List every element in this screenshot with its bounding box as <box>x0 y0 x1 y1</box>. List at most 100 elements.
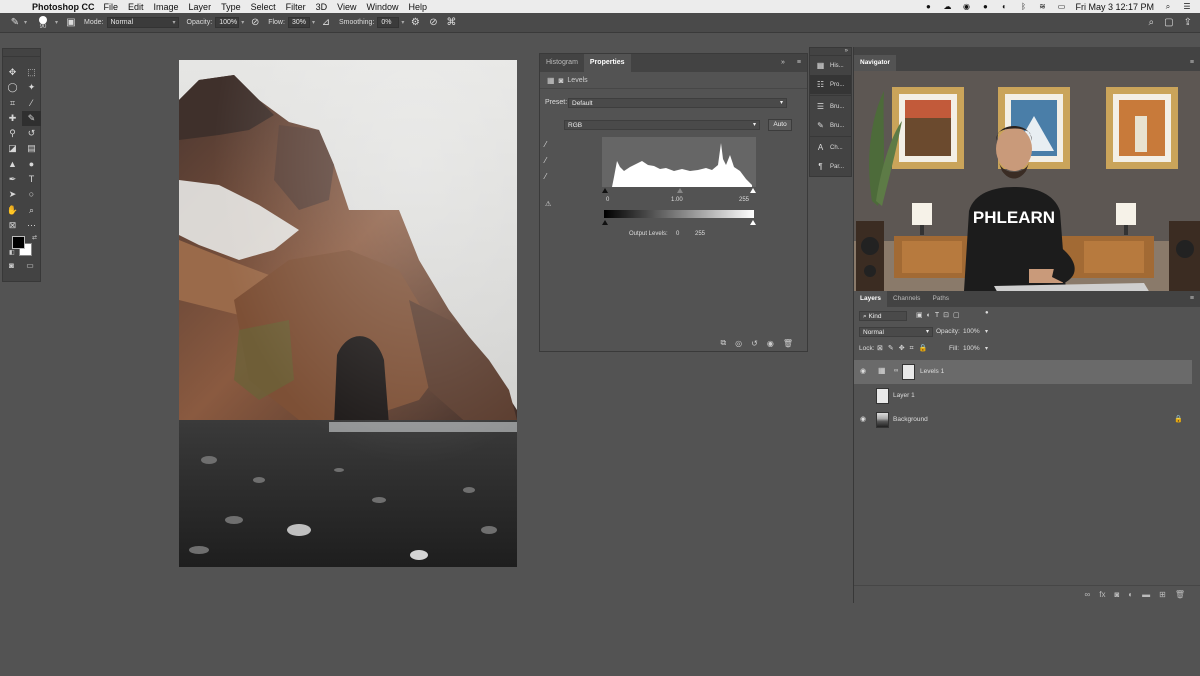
symmetry-icon[interactable]: ⌘ <box>444 17 458 28</box>
filter-type-icons[interactable]: ▣◐T⊡▢ <box>916 311 964 319</box>
tab-properties[interactable]: Properties <box>583 54 631 72</box>
quick-mask-icon[interactable]: ◙ <box>9 261 14 270</box>
path-selection-tool-icon[interactable]: ➤ <box>3 187 22 202</box>
menu-edit[interactable]: Edit <box>128 2 144 12</box>
layer-thumbnail[interactable] <box>876 388 889 404</box>
share-icon[interactable]: ⇪ <box>1184 17 1192 28</box>
flow-input[interactable]: 30% <box>287 17 310 28</box>
layer-opacity-dropdown[interactable]: ▾ <box>985 328 988 335</box>
smoothing-settings-gear-icon[interactable]: ⚙ <box>408 17 422 28</box>
layer-mask-thumbnail[interactable] <box>902 364 915 380</box>
layer-visibility-eye-icon[interactable]: ◉ <box>860 415 866 423</box>
tab-channels[interactable]: Channels <box>887 291 926 307</box>
blur-tool-icon[interactable]: ▲ <box>3 157 22 172</box>
bluetooth-icon[interactable]: ᛒ <box>1018 2 1028 11</box>
input-white-slider[interactable] <box>750 188 756 193</box>
dodge-tool-icon[interactable]: ● <box>22 157 41 172</box>
smoothing-input[interactable]: 0% <box>377 17 400 28</box>
channel-select[interactable]: RGB ▾ <box>564 120 760 130</box>
calculate-histogram-icon[interactable]: ⚠ <box>545 200 551 208</box>
list-icon[interactable]: ☰ <box>1182 2 1192 11</box>
opacity-input[interactable]: 100% <box>215 17 240 28</box>
pen-tool-icon[interactable]: ✒ <box>3 172 22 187</box>
layer-name[interactable]: Levels 1 <box>920 368 944 375</box>
wifi-icon[interactable]: ≋ <box>1037 2 1047 11</box>
pressure-opacity-icon[interactable]: ⊘ <box>248 17 262 28</box>
tool-preset-dropdown[interactable]: ▾ <box>24 19 27 26</box>
link-layers-icon[interactable]: ∞ <box>1085 590 1091 599</box>
filter-toggle-icon[interactable]: ● <box>985 310 989 316</box>
creative-cloud-icon[interactable]: ◉ <box>961 2 971 11</box>
menu-layer[interactable]: Layer <box>189 2 212 12</box>
clip-to-layer-icon[interactable]: ⧉ <box>720 338 726 348</box>
marquee-tool-icon[interactable]: ⬚ <box>22 65 41 80</box>
layer-opacity-value[interactable]: 100% <box>963 328 980 335</box>
strip-item-brushes[interactable]: ✎ Bru... <box>810 116 851 135</box>
strip-grip[interactable]: » <box>810 48 851 56</box>
layer-kind-filter[interactable]: ⌕ Kind <box>859 311 907 321</box>
black-point-eyedropper-icon[interactable]: ⁄ <box>545 140 546 149</box>
screen-mode-icon[interactable]: ▭ <box>26 261 34 270</box>
volume-icon[interactable]: ◐ <box>999 2 1009 11</box>
dock-grip[interactable] <box>854 47 1200 55</box>
menu-clock[interactable]: Fri May 3 12:17 PM <box>1075 2 1154 12</box>
menu-image[interactable]: Image <box>154 2 179 12</box>
foreground-color-swatch[interactable] <box>12 236 25 250</box>
preset-select[interactable]: Default ▾ <box>568 98 787 108</box>
smoothing-dropdown[interactable]: ▾ <box>401 19 404 26</box>
input-white-value[interactable]: 255 <box>739 197 749 203</box>
input-black-value[interactable]: 0 <box>606 197 609 203</box>
output-levels-sliders[interactable] <box>602 218 756 226</box>
layers-menu-icon[interactable]: ≡ <box>1190 291 1200 307</box>
gray-point-eyedropper-icon[interactable]: ⁄ <box>545 156 546 165</box>
flow-dropdown[interactable]: ▾ <box>312 19 315 26</box>
panel-collapse-icon[interactable]: » <box>775 54 791 72</box>
new-group-folder-icon[interactable]: ▬ <box>1142 590 1150 599</box>
record-icon[interactable]: ● <box>980 2 990 11</box>
brush-tool-icon[interactable]: ✎ <box>8 17 22 28</box>
move-tool-icon[interactable]: ✥ <box>3 65 22 80</box>
airbrush-icon[interactable]: ⊿ <box>319 17 333 28</box>
opacity-dropdown[interactable]: ▾ <box>241 19 244 26</box>
menu-file[interactable]: File <box>104 2 119 12</box>
menu-select[interactable]: Select <box>251 2 276 12</box>
menu-help[interactable]: Help <box>408 2 427 12</box>
reset-icon[interactable]: ↺ <box>751 339 758 348</box>
tools-panel-grip[interactable] <box>3 49 40 57</box>
navigator-menu-icon[interactable]: ≡ <box>1190 55 1200 71</box>
search-icon[interactable]: ⌕ <box>1163 2 1173 11</box>
type-tool-icon[interactable]: T <box>22 172 41 187</box>
strip-item-properties[interactable]: ☷ Pro... <box>810 75 851 94</box>
app-name-menu[interactable]: Photoshop CC <box>32 2 95 12</box>
layer-name[interactable]: Background <box>893 416 928 423</box>
strip-item-histogram[interactable]: ▦ His... <box>810 56 851 75</box>
input-gamma-slider[interactable] <box>677 188 683 193</box>
brush-preset-dropdown[interactable]: ▾ <box>55 19 58 26</box>
lasso-tool-icon[interactable]: ◯ <box>3 80 22 95</box>
mode-select[interactable]: Normal ▾ <box>106 17 179 28</box>
menu-filter[interactable]: Filter <box>286 2 306 12</box>
gradient-tool-icon[interactable]: ▤ <box>22 141 41 156</box>
fill-value[interactable]: 100% <box>963 345 980 352</box>
healing-brush-tool-icon[interactable]: ✚ <box>3 111 22 126</box>
crop-tool-icon[interactable]: ⌗ <box>3 96 22 111</box>
delete-layer-trash-icon[interactable]: 🗑 <box>1175 590 1185 599</box>
output-white-value[interactable]: 255 <box>695 231 705 237</box>
menu-type[interactable]: Type <box>221 2 241 12</box>
blend-mode-select[interactable]: Normal ▾ <box>859 327 933 337</box>
add-mask-icon[interactable]: ◙ <box>1114 590 1119 599</box>
layer-row-levels[interactable]: ◉ ▦ ∞ Levels 1 <box>854 360 1192 384</box>
layer-row-layer-1[interactable]: Layer 1 <box>854 384 1192 408</box>
fill-dropdown[interactable]: ▾ <box>985 345 988 352</box>
more-tools-icon[interactable]: ⋯ <box>22 218 41 233</box>
cloud-icon[interactable]: ☁ <box>942 2 952 11</box>
brush-panel-toggle-icon[interactable]: ▣ <box>64 17 78 28</box>
menu-3d[interactable]: 3D <box>316 2 328 12</box>
input-black-slider[interactable] <box>602 188 608 193</box>
delete-adjustment-trash-icon[interactable]: 🗑 <box>783 339 793 348</box>
brush-preset-picker[interactable]: 90 <box>33 15 53 30</box>
menu-window[interactable]: Window <box>366 2 398 12</box>
auto-button[interactable]: Auto <box>768 119 792 131</box>
output-black-value[interactable]: 0 <box>676 231 679 237</box>
layer-visibility-eye-icon[interactable]: ◉ <box>860 367 866 375</box>
